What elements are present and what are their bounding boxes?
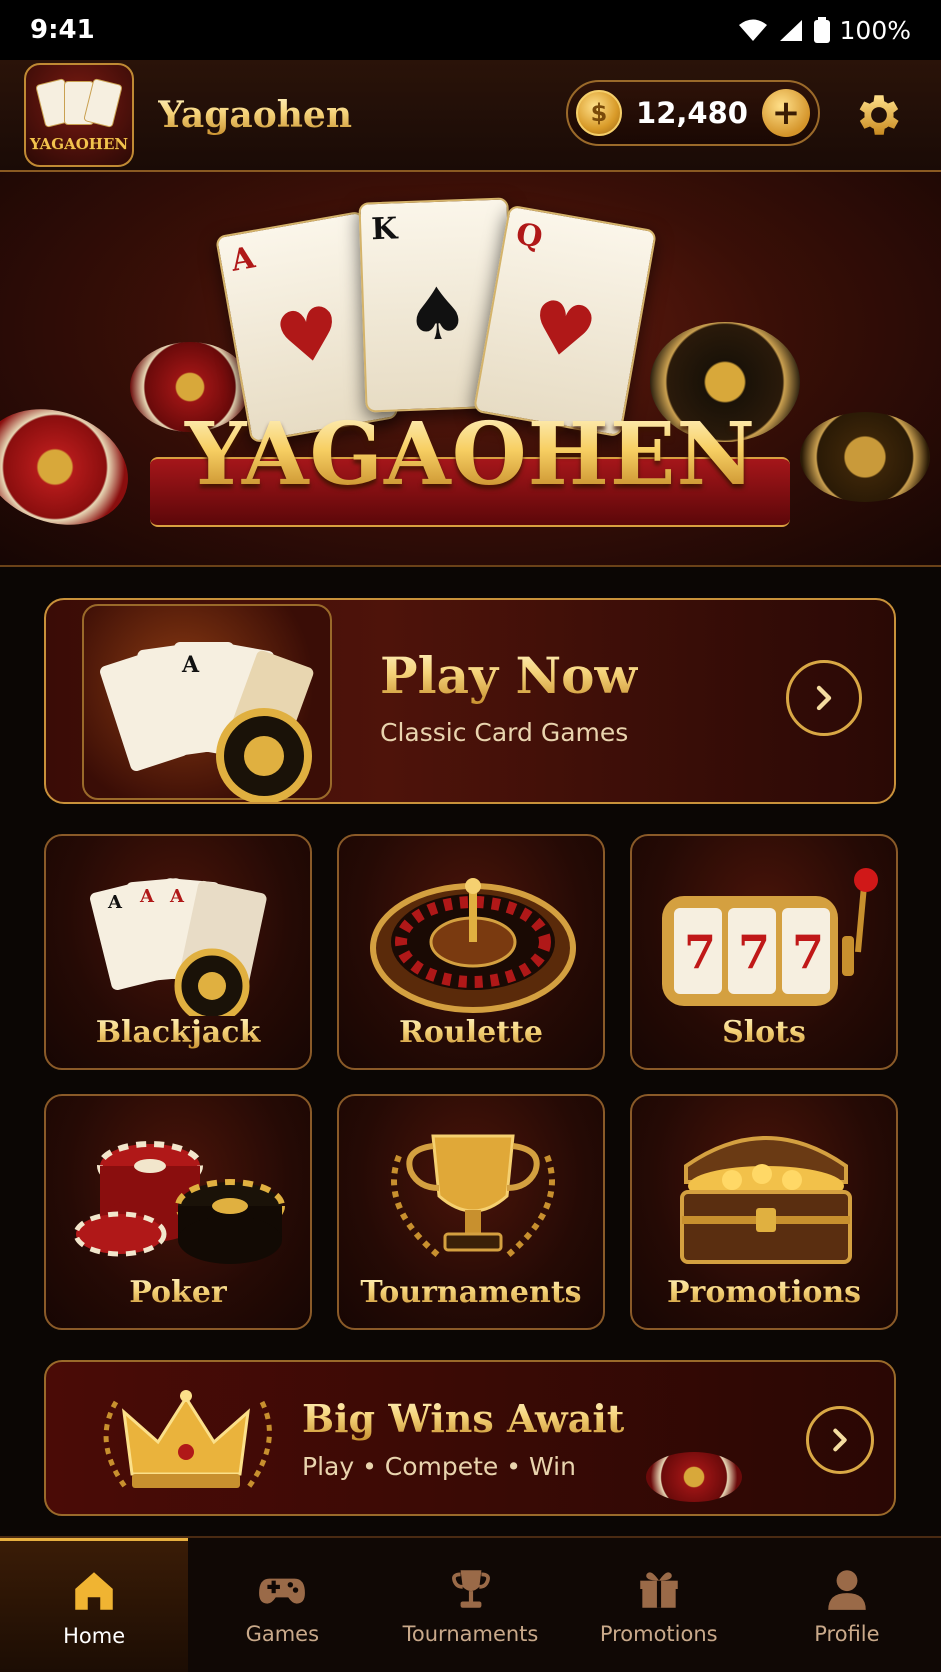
trophy-icon <box>451 1570 490 1608</box>
bottom-nav: Home Games Tournaments Promotions Profil… <box>0 1536 941 1672</box>
decorative-chip <box>646 1452 742 1502</box>
play-now-title: Play Now <box>380 646 638 705</box>
status-icons: 100% <box>738 16 911 45</box>
nav-label: Promotions <box>599 1622 718 1646</box>
svg-text:A: A <box>107 892 123 913</box>
nav-item-tournaments[interactable]: Tournaments <box>376 1538 564 1672</box>
svg-text:A: A <box>169 886 185 907</box>
signal-icon <box>779 20 802 41</box>
nav-item-promotions[interactable]: Promotions <box>565 1538 753 1672</box>
game-tile-slots[interactable]: 7 7 7 Slots <box>630 834 898 1070</box>
wifi-icon <box>738 19 767 41</box>
svg-text:7: 7 <box>684 925 716 979</box>
blackjack-cards-icon: A A A <box>90 878 267 1016</box>
trophy-icon <box>391 1134 555 1259</box>
home-icon <box>75 1571 113 1610</box>
chevron-right-icon <box>816 685 832 711</box>
nav-label: Profile <box>814 1622 880 1646</box>
game-label: Promotions <box>632 1275 896 1310</box>
big-wins-arrow-button[interactable] <box>806 1406 874 1474</box>
status-time: 9:41 <box>30 15 95 45</box>
big-wins-subtitle: Play • Compete • Win <box>302 1452 576 1481</box>
settings-gear-icon[interactable] <box>852 88 906 142</box>
play-now-subtitle: Classic Card Games <box>380 718 629 747</box>
svg-text:A: A <box>181 652 200 678</box>
game-tile-tournaments[interactable]: Tournaments <box>337 1094 605 1330</box>
slot-machine-icon: 7 7 7 <box>662 868 878 1006</box>
big-wins-title: Big Wins Await <box>302 1396 625 1441</box>
treasure-chest-icon <box>680 1136 852 1264</box>
big-wins-banner[interactable]: Big Wins Await Play • Compete • Win <box>44 1360 896 1516</box>
game-tile-blackjack[interactable]: A A A Blackjack <box>44 834 312 1070</box>
battery-icon <box>813 17 830 43</box>
nav-item-profile[interactable]: Profile <box>753 1538 941 1672</box>
gift-icon <box>639 1572 678 1608</box>
coin-balance: 12,480 <box>636 96 748 130</box>
game-label: Roulette <box>339 1015 603 1050</box>
coin-icon: $ <box>576 90 622 136</box>
profile-icon <box>828 1570 866 1610</box>
app-name: Yagaohen <box>158 94 352 136</box>
coin-balance-pill: $ 12,480 + <box>566 80 820 146</box>
hero-title: YAGAOHEN <box>0 404 941 505</box>
app-header: YAGAOHEN Yagaohen $ 12,480 + <box>0 60 941 172</box>
play-now-thumbnail: A <box>82 604 332 802</box>
nav-label: Home <box>63 1623 126 1648</box>
game-tile-poker[interactable]: Poker <box>44 1094 312 1330</box>
svg-text:7: 7 <box>792 925 824 979</box>
app-logo[interactable]: YAGAOHEN <box>24 63 134 167</box>
game-label: Blackjack <box>46 1015 310 1050</box>
poker-chips-icon <box>73 1141 285 1264</box>
play-now-arrow-button[interactable] <box>786 660 862 736</box>
nav-item-games[interactable]: Games <box>188 1538 376 1672</box>
game-label: Tournaments <box>339 1275 603 1310</box>
chevron-right-icon <box>833 1428 847 1452</box>
game-tile-promotions[interactable]: Promotions <box>630 1094 898 1330</box>
nav-label: Games <box>245 1622 320 1646</box>
gamepad-icon <box>259 1578 306 1604</box>
app-logo-text: YAGAOHEN <box>29 135 129 153</box>
nav-label: Tournaments <box>402 1622 539 1646</box>
nav-item-home[interactable]: Home <box>0 1538 189 1672</box>
add-coins-button[interactable]: + <box>762 89 810 137</box>
status-bar: 9:41 100% <box>0 0 941 60</box>
game-tile-roulette[interactable]: Roulette <box>337 834 605 1070</box>
svg-text:7: 7 <box>738 925 770 979</box>
battery-percent: 100% <box>839 15 911 45</box>
crown-icon <box>103 1390 272 1490</box>
svg-text:A: A <box>139 886 155 907</box>
hero-banner: A ♥ K ♠ Q ♥ YAGAOHEN <box>0 172 941 567</box>
roulette-wheel-icon <box>370 878 576 1013</box>
game-label: Slots <box>632 1015 896 1050</box>
game-label: Poker <box>46 1275 310 1310</box>
play-now-banner[interactable]: A Play Now Classic Card Games <box>44 598 896 804</box>
